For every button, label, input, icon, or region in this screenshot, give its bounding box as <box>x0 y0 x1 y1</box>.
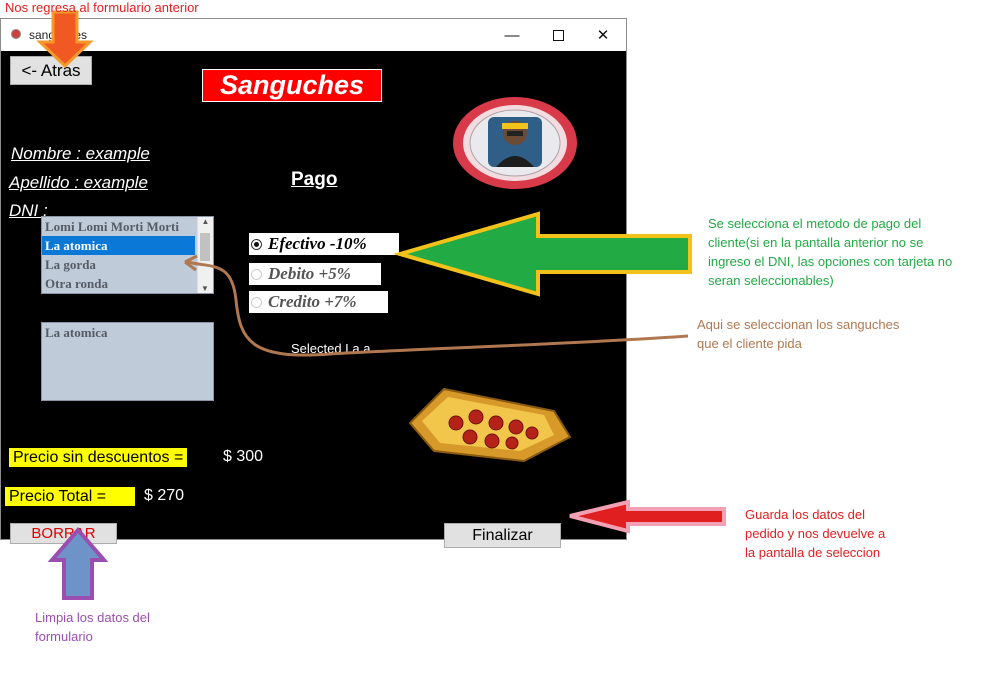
annotation-borrar: Limpia los datos del formulario <box>35 610 150 644</box>
down-arrow-icon <box>36 10 94 69</box>
annotation-sanguches: Aqui se seleccionan los sanguches que el… <box>697 317 900 351</box>
left-arrow-icon <box>569 499 726 534</box>
annotation-finalizar: Guarda los datos del pedido y nos devuel… <box>745 507 886 560</box>
curved-pointer-icon <box>187 260 689 357</box>
annotation-pago: Se selecciona el metodo de pago del clie… <box>708 216 953 288</box>
left-arrow-icon <box>392 211 692 297</box>
up-arrow-icon <box>47 526 109 600</box>
annotation-atras: Nos regresa al formulario anterior <box>5 0 199 15</box>
